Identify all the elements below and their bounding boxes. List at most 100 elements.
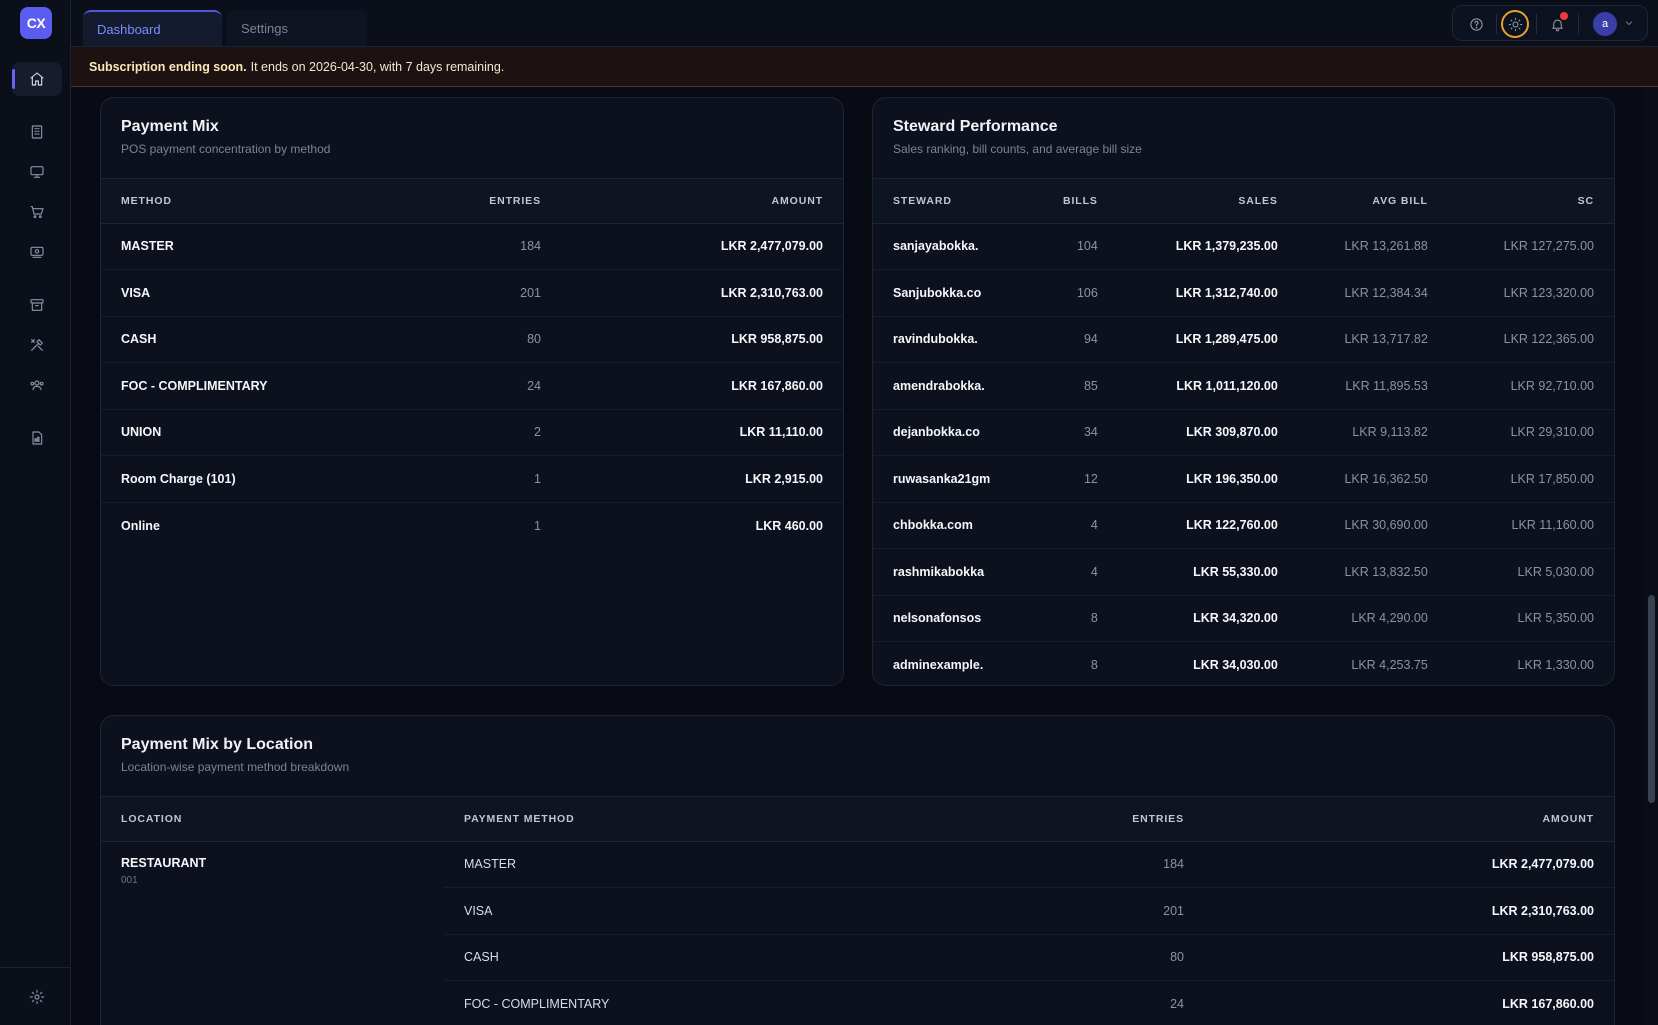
entries-cell: 24 [381, 362, 561, 410]
location-cell: RESTAURANT 001 [101, 841, 444, 1025]
column-header[interactable]: STEWARD [873, 179, 1043, 224]
avg-bill-cell: LKR 4,253.75 [1351, 658, 1428, 672]
help-button[interactable] [1463, 11, 1489, 37]
card-subtitle: POS payment concentration by method [121, 142, 331, 156]
card-header: Payment Mix by Location Location-wise pa… [101, 716, 1614, 797]
header-toolbar: a [1452, 5, 1648, 41]
table-row: ravindubokka. 94 LKR 1,289,475.00 LKR 13,71… [873, 316, 1614, 363]
bills-cell: 8 [1090, 658, 1098, 672]
payment-method-cell: CASH [444, 934, 944, 981]
steward-name-cell: adminexample. [893, 658, 984, 672]
sc-cell: LKR 122,365.00 [1447, 316, 1614, 363]
notifications-button[interactable] [1544, 11, 1570, 37]
user-menu-caret[interactable] [1623, 16, 1635, 28]
sidebar-item-pos[interactable] [12, 155, 62, 189]
sidebar-item-settings[interactable] [12, 980, 62, 1014]
amount-cell: LKR 958,875.00 [1204, 934, 1614, 981]
column-header[interactable]: SALES [1117, 179, 1298, 224]
entries-cell: 1 [381, 455, 561, 503]
column-header[interactable]: PAYMENT METHOD [444, 797, 944, 842]
banner-title: Subscription ending soon. [89, 59, 247, 74]
table-row: nelsonafonsos 8 LKR 34,320.00 LKR 4,290.00 L… [873, 595, 1614, 642]
table-row: Room Charge (101) 1 LKR 2,915.00 [101, 455, 843, 503]
top-bar: Dashboard Settings a [71, 0, 1658, 47]
sales-cell: LKR 1,011,120.00 [1117, 362, 1298, 410]
sidebar-item-reports[interactable] [12, 421, 62, 455]
sidebar-item-payments[interactable] [12, 235, 62, 269]
toolbar-divider [1578, 14, 1579, 34]
method-cell: Room Charge (101) [101, 455, 381, 503]
column-header[interactable]: BILLS [1043, 179, 1118, 224]
app-logo[interactable]: CX [20, 7, 52, 39]
amount-cell: LKR 2,477,079.00 [1204, 841, 1614, 888]
amount-cell: LKR 2,477,079.00 [561, 223, 843, 270]
bills-cell: 8 [1043, 595, 1118, 642]
sc-cell: LKR 17,850.00 [1447, 455, 1614, 503]
bills-cell: 4 [1043, 548, 1118, 596]
sidebar-item-orders[interactable] [12, 195, 62, 229]
cash-icon [30, 246, 44, 258]
sales-cell: LKR 34,030.00 [1193, 658, 1278, 672]
report-icon [32, 431, 43, 445]
steward-name-cell: ravindubokka. [873, 316, 1043, 363]
card-header: Steward Performance Sales ranking, bill … [873, 98, 1614, 179]
theme-sun-icon [1508, 17, 1522, 31]
column-header[interactable]: ENTRIES [944, 797, 1204, 842]
bills-cell: 85 [1043, 362, 1118, 410]
bills-cell: 94 [1043, 316, 1118, 363]
column-header[interactable]: METHOD [101, 179, 381, 224]
sales-cell: LKR 196,350.00 [1117, 455, 1298, 503]
card-title: Payment Mix [121, 118, 219, 135]
page-scrollbar[interactable] [1644, 87, 1658, 1025]
entries-cell: 201 [944, 887, 1204, 935]
sidebar-item-staff[interactable] [12, 368, 62, 402]
method-cell: CASH [101, 316, 381, 363]
sidebar-item-properties[interactable] [12, 115, 62, 149]
bills-cell: 106 [1043, 269, 1118, 317]
sidebar-item-inventory[interactable] [12, 288, 62, 322]
theme-toggle-button[interactable] [1501, 10, 1529, 38]
sales-cell: LKR 1,379,235.00 [1117, 223, 1298, 270]
sidebar-item-tools[interactable] [12, 328, 62, 362]
table-row: RESTAURANT 001 MASTER 184 LKR 2,477,079.… [101, 841, 1614, 888]
column-header[interactable]: SC [1447, 179, 1614, 224]
bills-cell: 4 [1043, 502, 1118, 549]
column-header[interactable]: AMOUNT [561, 179, 843, 224]
column-header[interactable]: LOCATION [101, 797, 444, 842]
cart-icon [30, 206, 44, 219]
user-avatar[interactable]: a [1593, 12, 1617, 36]
table-row: Sanjubokka.co 106 LKR 1,312,740.00 LKR 12,3… [873, 269, 1614, 317]
tab-dashboard[interactable]: Dashboard [83, 10, 222, 46]
column-header[interactable]: AMOUNT [1204, 797, 1614, 842]
steward-name-cell: ruwasanka21gm [873, 455, 1043, 503]
method-cell: UNION [101, 409, 381, 456]
payment-mix-card: Payment Mix POS payment concentration by… [100, 97, 844, 686]
scrollbar-thumb[interactable] [1648, 595, 1655, 803]
tab-settings[interactable]: Settings [227, 10, 367, 46]
table-row: amendrabokka. 85 LKR 1,011,120.00 LKR 11,89… [873, 362, 1614, 410]
sales-cell: LKR 34,320.00 [1117, 595, 1298, 642]
table-row: VISA 201 LKR 2,310,763.00 [101, 269, 843, 317]
settings-icon [29, 989, 45, 1005]
location-code: 001 [121, 874, 138, 886]
amount-cell: LKR 167,860.00 [1502, 997, 1594, 1011]
entries-cell: 184 [944, 841, 1204, 888]
steward-name-cell: Sanjubokka.co [873, 269, 1043, 317]
entries-cell: 24 [1170, 997, 1184, 1011]
steward-name-cell: amendrabokka. [873, 362, 1043, 410]
payment-mix-by-location-card: Payment Mix by Location Location-wise pa… [100, 715, 1615, 1025]
column-header[interactable]: AVG BILL [1297, 179, 1448, 224]
notification-badge [1560, 12, 1568, 20]
home-icon [30, 72, 44, 86]
amount-cell: LKR 460.00 [755, 518, 823, 533]
sales-cell: LKR 1,289,475.00 [1117, 316, 1298, 363]
tools-icon [31, 339, 43, 351]
entries-cell: 184 [381, 223, 561, 270]
table-row: CASH 80 LKR 958,875.00 [101, 316, 843, 363]
sidebar-item-home[interactable] [12, 62, 62, 96]
amount-cell: LKR 2,915.00 [561, 455, 843, 503]
bills-cell: 34 [1043, 409, 1118, 456]
entries-cell: 201 [381, 269, 561, 317]
column-header[interactable]: ENTRIES [381, 179, 561, 224]
amount-cell: LKR 167,860.00 [561, 362, 843, 410]
